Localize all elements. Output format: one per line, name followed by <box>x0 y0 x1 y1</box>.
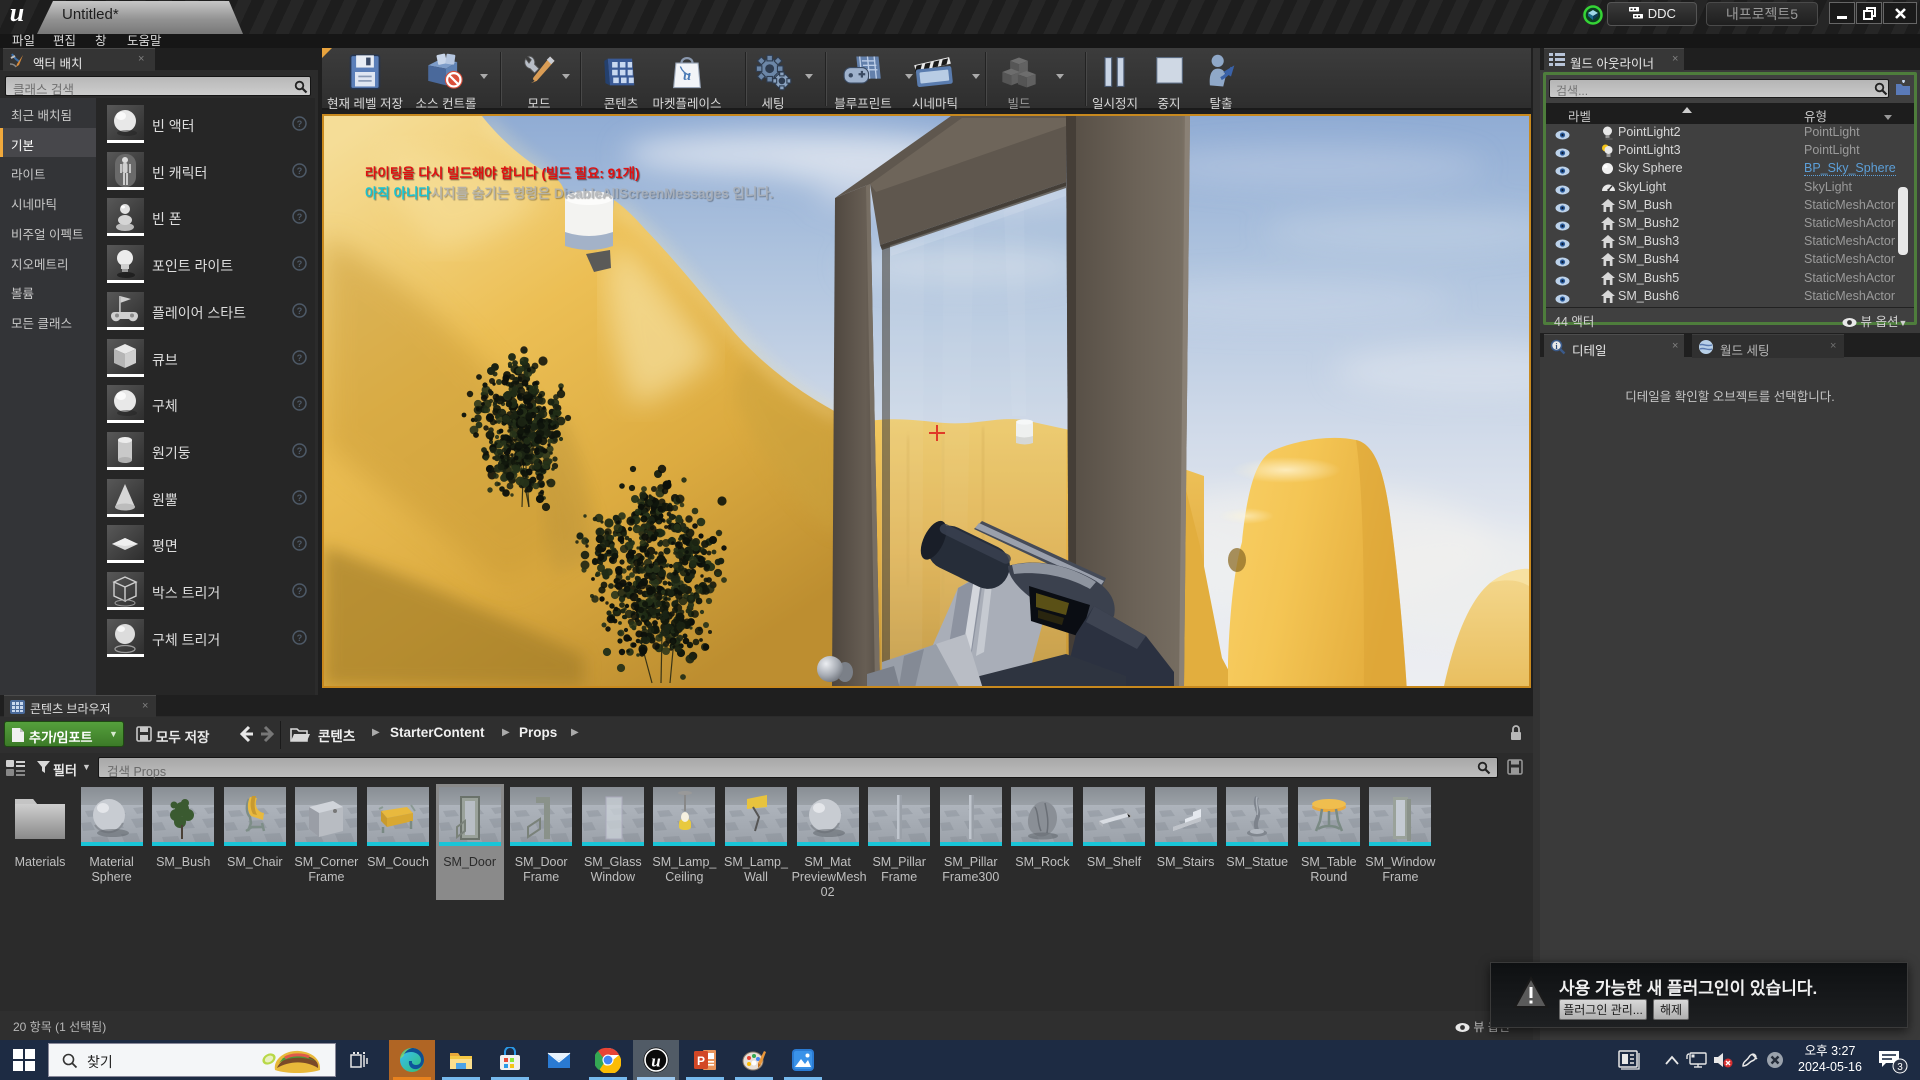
svg-text:u: u <box>10 0 24 26</box>
svg-text:?: ? <box>297 633 303 643</box>
svg-text:?: ? <box>297 446 303 456</box>
svg-text:?: ? <box>297 586 303 596</box>
svg-text:?: ? <box>297 119 303 129</box>
svg-text:?: ? <box>297 212 303 222</box>
svg-text:P: P <box>697 1054 705 1068</box>
svg-text:u: u <box>651 1052 660 1071</box>
svg-text:?: ? <box>297 539 303 549</box>
svg-text:?: ? <box>297 353 303 363</box>
svg-text:3: 3 <box>1897 1062 1903 1073</box>
svg-text:?: ? <box>297 399 303 409</box>
svg-text:?: ? <box>297 259 303 269</box>
svg-text:?: ? <box>297 166 303 176</box>
svg-text:?: ? <box>297 306 303 316</box>
svg-text:?: ? <box>297 493 303 503</box>
